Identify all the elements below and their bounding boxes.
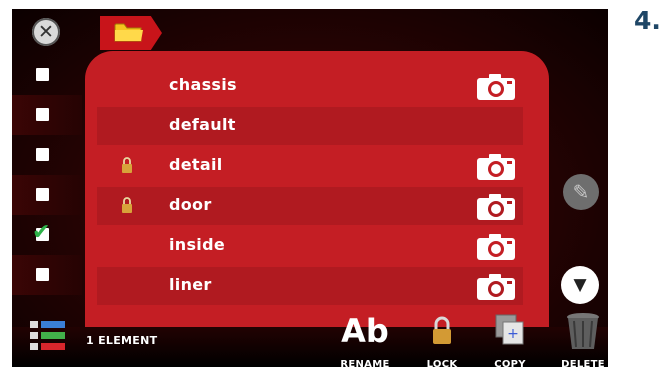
list-item[interactable]: liner <box>97 267 523 305</box>
checkbox-row[interactable] <box>12 255 82 295</box>
file-name: inside <box>169 235 225 254</box>
checkbox[interactable] <box>36 148 49 161</box>
checkbox[interactable] <box>36 268 49 281</box>
svg-text:+: + <box>507 326 519 342</box>
step-number: 4. <box>634 6 661 35</box>
attach-button[interactable]: ✎ <box>563 174 599 210</box>
paperclip-icon: ✎ <box>572 180 590 204</box>
checkbox-column: ✔ <box>12 55 82 295</box>
camera-icon[interactable] <box>475 193 517 221</box>
checkbox[interactable] <box>36 188 49 201</box>
trash-icon <box>567 313 599 349</box>
camera-icon[interactable] <box>475 73 517 101</box>
checkbox[interactable] <box>36 68 49 81</box>
close-icon: ✕ <box>38 20 54 43</box>
file-name: chassis <box>169 75 237 94</box>
copy-icon: + <box>495 314 524 345</box>
checkbox-row[interactable]: ✔ <box>12 215 82 255</box>
rename-button[interactable]: Ab RENAME <box>335 311 395 367</box>
copy-button[interactable]: + COPY <box>480 311 540 367</box>
file-manager-screen: ✕ ✔ chassis default detail door inside l… <box>12 9 608 367</box>
list-item[interactable]: chassis <box>97 67 523 105</box>
camera-icon[interactable] <box>475 153 517 181</box>
file-name: liner <box>169 275 212 294</box>
scroll-down-button[interactable]: ▼ <box>561 266 599 304</box>
lock-icon <box>122 157 132 173</box>
file-name: default <box>169 115 236 134</box>
delete-label: DELETE <box>561 359 605 367</box>
list-view-icon[interactable] <box>30 317 68 359</box>
list-item[interactable]: door <box>97 187 523 225</box>
lock-button[interactable]: LOCK <box>412 311 472 367</box>
file-name: door <box>169 195 212 214</box>
checkmark-icon: ✔ <box>32 220 51 245</box>
checkbox-row[interactable] <box>12 135 82 175</box>
list-item[interactable]: default <box>97 107 523 145</box>
checkbox-row[interactable] <box>12 175 82 215</box>
camera-icon[interactable] <box>475 273 517 301</box>
selection-count: 1 ELEMENT <box>86 334 158 347</box>
list-item[interactable]: detail <box>97 147 523 185</box>
lock-icon <box>433 316 451 344</box>
lock-icon <box>122 197 132 213</box>
checkbox-row[interactable] <box>12 95 82 135</box>
chevron-down-icon: ▼ <box>573 274 587 295</box>
rename-label: RENAME <box>340 359 390 367</box>
checkbox-row[interactable] <box>12 55 82 95</box>
checkbox[interactable] <box>36 108 49 121</box>
folder-icon <box>114 23 143 42</box>
lock-label: LOCK <box>426 359 458 367</box>
list-item[interactable]: inside <box>97 227 523 265</box>
rename-icon: Ab <box>341 312 389 350</box>
copy-label: COPY <box>494 359 526 367</box>
file-name: detail <box>169 155 223 174</box>
delete-button[interactable]: DELETE <box>553 311 608 367</box>
close-button[interactable]: ✕ <box>32 18 60 46</box>
camera-icon[interactable] <box>475 233 517 261</box>
